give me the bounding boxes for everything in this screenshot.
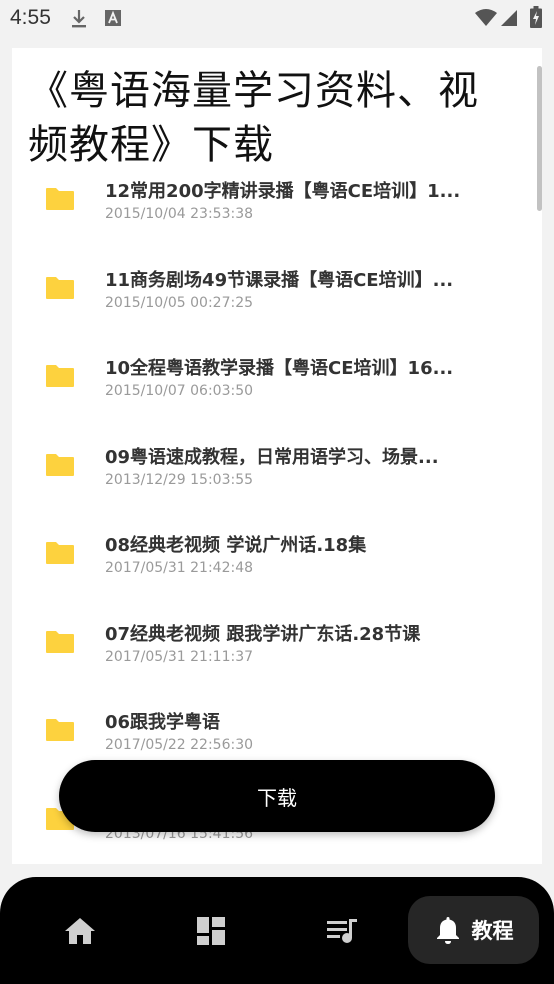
wifi-icon (475, 9, 497, 26)
folder-icon (46, 188, 74, 210)
file-name: 09粤语速成教程，日常用语学习、场景... (105, 446, 439, 468)
folder-icon (46, 542, 74, 564)
download-button[interactable]: 下载 (59, 760, 495, 832)
nav-home[interactable] (50, 877, 110, 984)
bottom-nav: 教程 (0, 877, 554, 984)
page-title: 《粤语海量学习资料、视频教程》下载 (28, 68, 479, 168)
list-item[interactable]: 07经典老视频 跟我学讲广东话.28节课 2017/05/31 21:11:37 (12, 611, 542, 700)
nav-dashboard[interactable] (181, 877, 241, 984)
folder-icon (46, 719, 74, 741)
folder-icon (46, 453, 74, 476)
file-name: 10全程粤语教学录播【粤语CE培训】16... (105, 358, 454, 379)
file-date: 2015/10/05 00:27:25 (105, 294, 254, 311)
playlist-music-icon (327, 918, 357, 943)
status-time: 4:55 (10, 6, 51, 29)
folder-icon (46, 276, 74, 299)
file-date: 2017/05/31 21:11:37 (105, 648, 254, 665)
nav-playlist[interactable] (312, 877, 372, 984)
list-item[interactable]: 08经典老视频 学说广州话.18集 2017/05/31 21:42:48 (12, 522, 542, 611)
list-item[interactable]: 09粤语速成教程，日常用语学习、场景... 2013/12/29 15:03:5… (12, 434, 542, 523)
dashboard-icon (197, 916, 225, 945)
bell-icon (436, 917, 459, 944)
a-box-icon (105, 10, 121, 26)
nav-tutorial[interactable]: 教程 (408, 896, 539, 964)
file-date: 2017/05/31 21:42:48 (105, 560, 254, 576)
file-name: 12常用200字精讲录播【粤语CE培训】1... (105, 181, 461, 202)
file-date: 2015/10/04 23:53:38 (105, 206, 254, 222)
download-icon (72, 10, 86, 28)
file-date: 2017/05/22 22:56:30 (105, 737, 254, 753)
file-name: 08经典老视频 学说广州话.18集 (105, 535, 367, 556)
battery-charging-icon (530, 6, 542, 28)
list-item[interactable]: 12常用200字精讲录播【粤语CE培训】1... 2015/10/04 23:5… (12, 168, 542, 257)
home-icon (65, 917, 95, 944)
file-name: 07经典老视频 跟我学讲广东话.28节课 (105, 623, 421, 645)
signal-icon (501, 10, 517, 26)
file-date: 2015/10/07 06:03:50 (105, 383, 254, 399)
nav-tutorial-label: 教程 (471, 919, 514, 943)
file-name: 11商务剧场49节课录播【粤语CE培训】... (105, 269, 454, 291)
list-item[interactable]: 10全程粤语教学录播【粤语CE培训】16... 2015/10/07 06:03… (12, 345, 542, 434)
content-card[interactable]: 《粤语海量学习资料、视频教程》下载 12常用200字精讲录播【粤语CE培训】1.… (12, 48, 542, 864)
folder-icon (46, 365, 74, 387)
file-name: 06跟我学粤语 (105, 712, 221, 733)
folder-icon (46, 630, 74, 653)
file-date: 2013/12/29 15:03:55 (105, 471, 254, 488)
list-item[interactable]: 11商务剧场49节课录播【粤语CE培训】... 2015/10/05 00:27… (12, 257, 542, 346)
status-bar: 4:55 (0, 0, 554, 38)
